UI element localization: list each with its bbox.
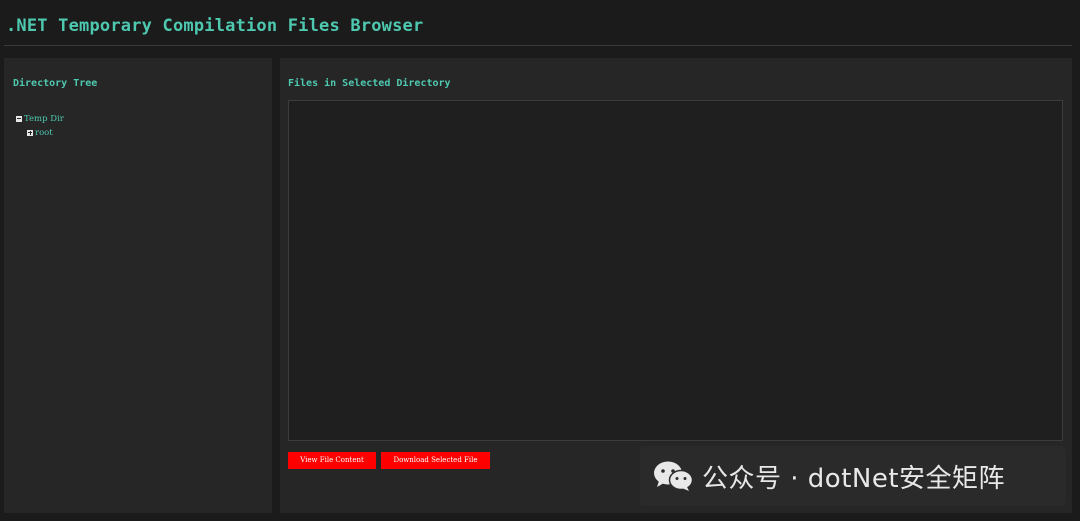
tree-node-root[interactable]: root (27, 126, 64, 139)
directory-tree-panel: Directory Tree Temp Dir root (4, 58, 272, 513)
watermark-text: 公众号 · dotNet安全矩阵 (702, 463, 1006, 494)
files-panel: Files in Selected Directory View File Co… (280, 58, 1072, 513)
tree-node-label[interactable]: Temp Dir (24, 114, 64, 124)
minus-box-icon[interactable] (16, 115, 22, 122)
watermark: 公众号 · dotNet安全矩阵 (640, 446, 1066, 506)
wechat-logo (654, 461, 694, 491)
directory-tree-heading: Directory Tree (13, 78, 98, 89)
download-selected-file-button[interactable]: Download Selected File (381, 452, 490, 469)
tree-node-temp-dir[interactable]: Temp Dir (16, 112, 64, 125)
page-header: .NET Temporary Compilation Files Browser (0, 0, 1080, 46)
page-title: .NET Temporary Compilation Files Browser (6, 16, 424, 36)
file-list[interactable] (288, 100, 1063, 441)
view-file-content-button[interactable]: View File Content (288, 452, 376, 469)
header-divider (4, 45, 1072, 46)
files-heading: Files in Selected Directory (288, 78, 451, 89)
plus-box-icon[interactable] (27, 129, 33, 136)
directory-tree: Temp Dir root (16, 112, 64, 139)
tree-node-label[interactable]: root (35, 128, 53, 138)
